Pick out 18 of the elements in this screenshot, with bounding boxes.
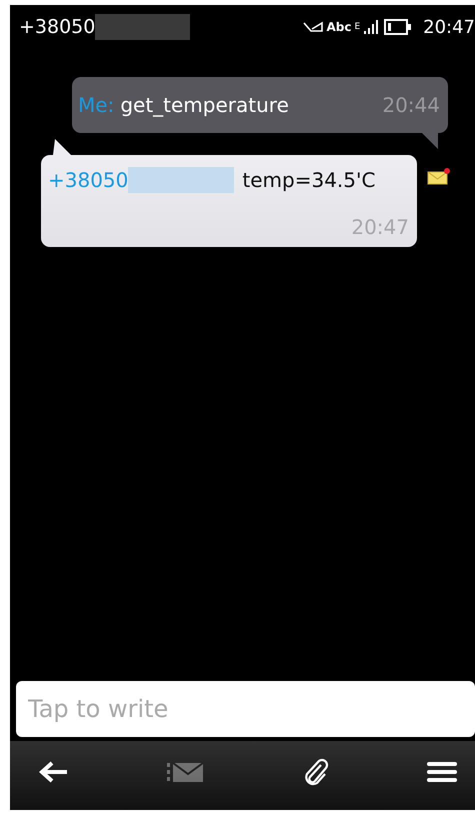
input-mode-indicator: Abc [326,20,352,34]
contact-number: +38050 [19,16,96,38]
received-message-bubble[interactable]: +38050 temp=34.5'C 20:47 [41,155,417,247]
message-time: 20:47 [351,215,409,239]
menu-icon [426,760,457,784]
sender-label: Me: [78,93,114,117]
bubble-tail [53,139,71,155]
sent-message-bubble[interactable]: Me: get_temperature 20:44 [72,77,448,133]
clock: 20:47 [423,16,475,38]
message-text: temp=34.5'C [242,168,376,192]
battery-icon [384,19,412,35]
sender-label: +38050 [48,168,128,192]
network-type: E [354,22,360,32]
message-input-field[interactable]: Tap to write [16,681,475,737]
message-indicator-icon [303,21,324,33]
back-arrow-icon [38,760,70,784]
message-text: get_temperature [120,93,289,117]
message-time: 20:44 [382,93,440,117]
